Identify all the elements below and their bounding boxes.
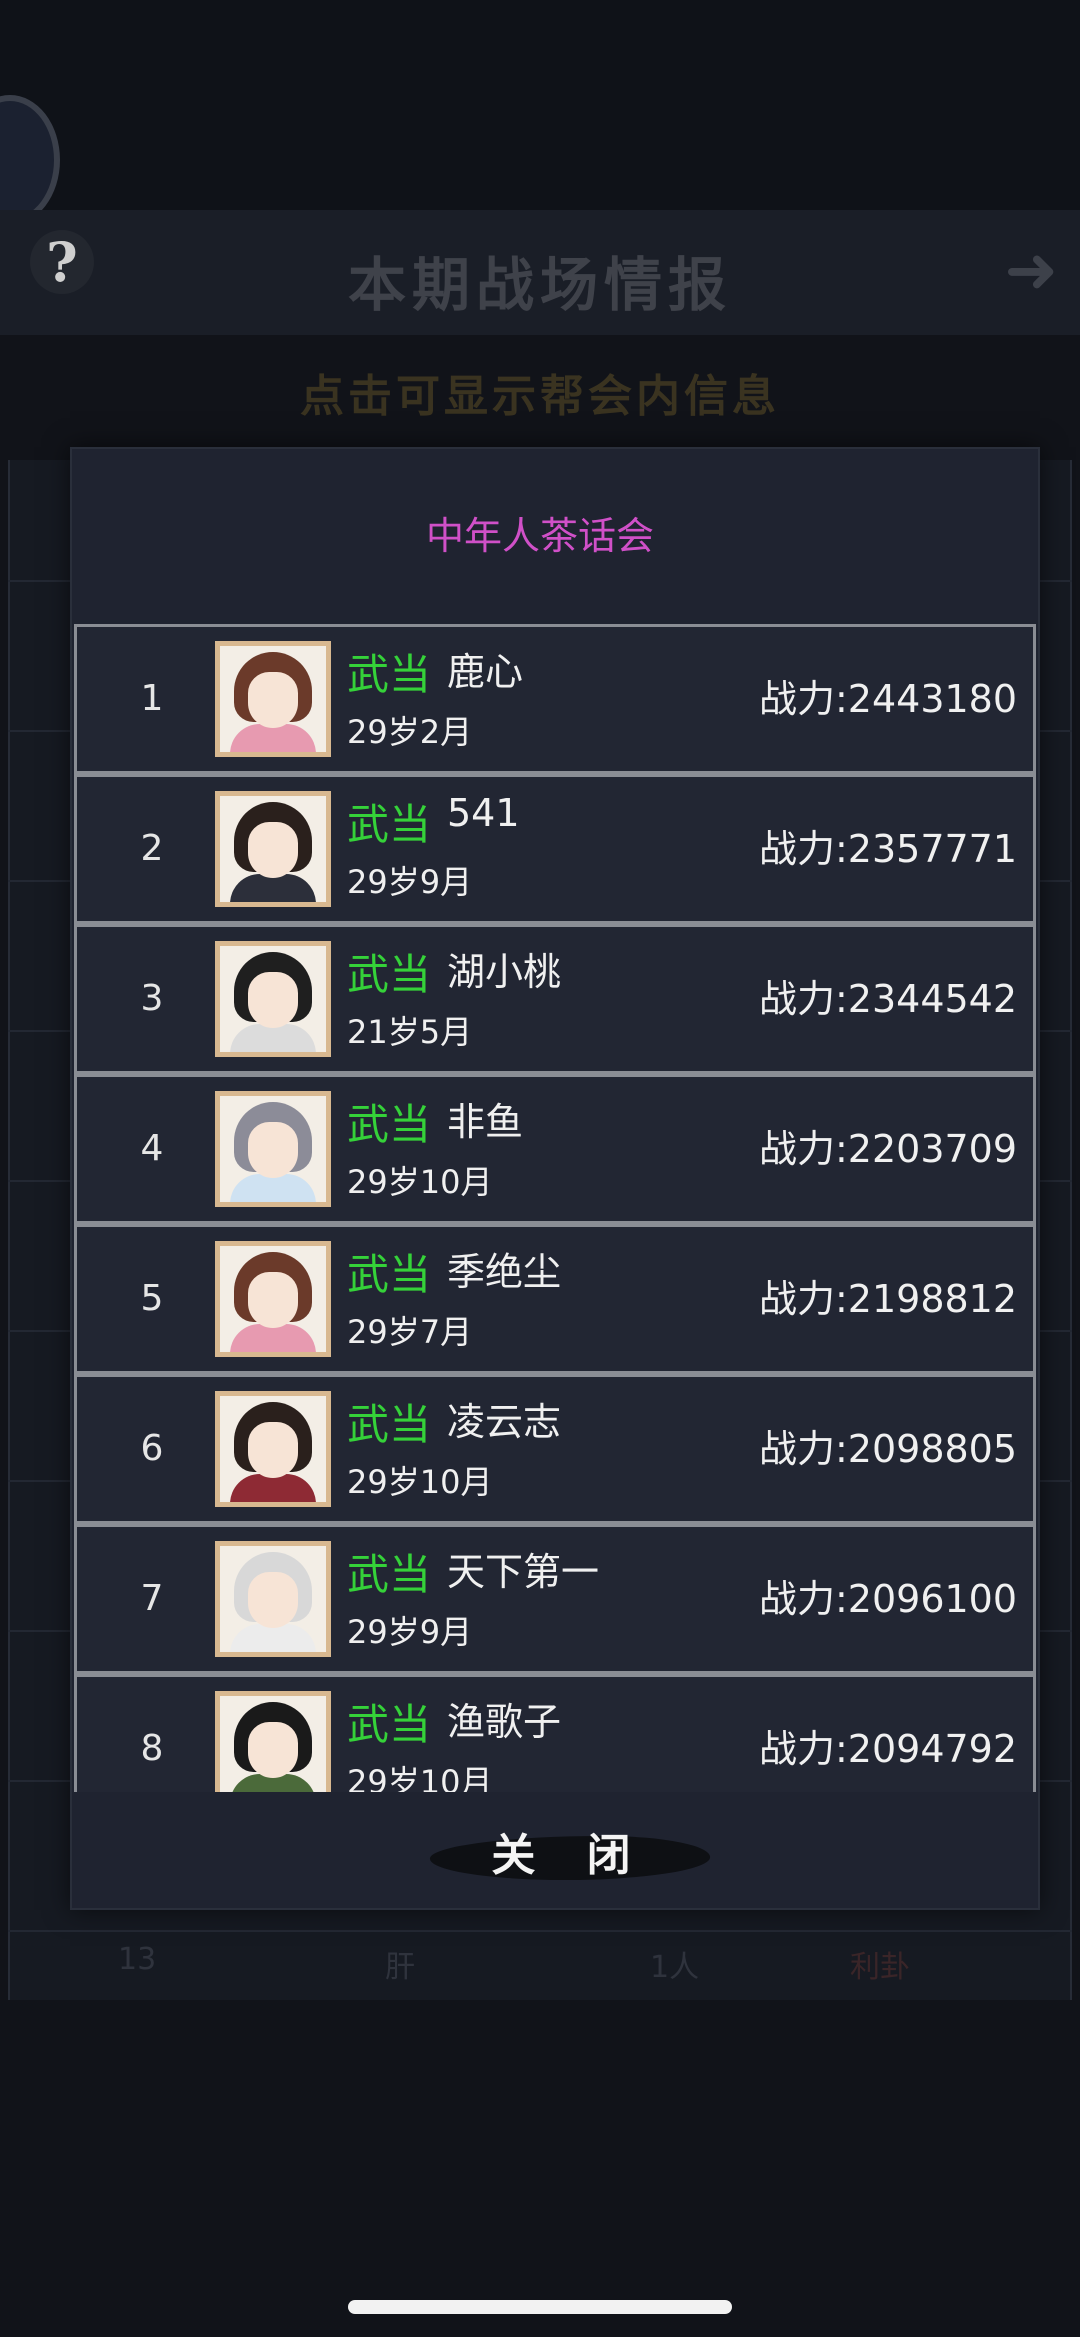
top-bar xyxy=(0,0,1080,210)
member-sect: 武当 xyxy=(347,950,432,999)
member-rank: 3 xyxy=(140,978,164,1019)
member-rank: 8 xyxy=(140,1728,164,1769)
portrait-image xyxy=(220,1246,326,1352)
bg-cell-status: 利卦 xyxy=(850,1950,910,1985)
member-sect: 武当 xyxy=(347,1550,432,1599)
background-table-row: 13 肝 1人 利卦 xyxy=(0,1942,1080,1992)
member-avatar[interactable] xyxy=(215,1091,331,1207)
close-button[interactable]: 关 闭 xyxy=(425,1826,715,1886)
portrait-face xyxy=(248,1572,298,1628)
member-name: 鹿心 xyxy=(447,650,524,694)
member-rank: 1 xyxy=(140,678,164,719)
member-name: 渔歌子 xyxy=(447,1700,562,1744)
member-row[interactable]: 5 武当 季绝尘 29岁7月 战力:2198812 xyxy=(74,1224,1036,1374)
portrait-face xyxy=(248,972,298,1028)
member-age: 29岁10月 xyxy=(347,1463,493,1501)
portrait-robe xyxy=(230,1174,316,1202)
portrait-image xyxy=(220,1096,326,1202)
member-row[interactable]: 2 武当 541 29岁9月 战力:2357771 xyxy=(74,774,1036,924)
member-sect: 武当 xyxy=(347,1700,432,1749)
member-age: 29岁2月 xyxy=(347,713,473,751)
member-rank: 5 xyxy=(140,1278,164,1319)
member-power: 战力:2443180 xyxy=(759,677,1018,721)
member-name: 季绝尘 xyxy=(447,1250,562,1294)
member-name: 天下第一 xyxy=(447,1550,600,1594)
portrait-image xyxy=(220,1696,326,1792)
portrait-image xyxy=(220,1396,326,1502)
member-sect: 武当 xyxy=(347,1400,432,1449)
member-row[interactable]: 3 武当 湖小桃 21岁5月 战力:2344542 xyxy=(74,924,1036,1074)
portrait-robe xyxy=(230,1624,316,1652)
home-indicator[interactable] xyxy=(348,2300,732,2314)
page-title: 本期战场情报 xyxy=(347,251,732,319)
portrait-robe xyxy=(230,874,316,902)
member-name: 湖小桃 xyxy=(447,950,562,994)
portrait-face xyxy=(248,1422,298,1478)
member-sect: 武当 xyxy=(347,1250,432,1299)
portrait-face xyxy=(248,822,298,878)
arrow-right-icon[interactable]: ➜ xyxy=(1004,234,1058,308)
portrait-image xyxy=(220,1546,326,1652)
bg-cell-count: 1人 xyxy=(650,1950,700,1985)
member-age: 29岁10月 xyxy=(347,1763,493,1792)
member-row[interactable]: 6 武当 凌云志 29岁10月 战力:2098805 xyxy=(74,1374,1036,1524)
member-rank: 7 xyxy=(140,1578,164,1619)
portrait-face xyxy=(248,1122,298,1178)
member-name: 非鱼 xyxy=(447,1100,524,1144)
bg-cell-name: 肝 xyxy=(385,1950,415,1985)
portrait-robe xyxy=(230,1024,316,1052)
member-rank: 2 xyxy=(140,828,164,869)
member-sect: 武当 xyxy=(347,1100,432,1149)
member-age: 29岁7月 xyxy=(347,1313,473,1351)
member-row[interactable]: 4 武当 非鱼 29岁10月 战力:2203709 xyxy=(74,1074,1036,1224)
member-power: 战力:2094792 xyxy=(759,1727,1018,1771)
modal-title: 中年人茶话会 xyxy=(425,514,654,558)
member-list[interactable]: 1 武当 鹿心 29岁2月 战力:2443180 2 武当 541 29岁9月 战力:235777… xyxy=(74,624,1036,1792)
member-sect: 武当 xyxy=(347,650,432,699)
member-power: 战力:2357771 xyxy=(759,827,1018,871)
member-avatar[interactable] xyxy=(215,791,331,907)
portrait-robe xyxy=(230,724,316,752)
member-power: 战力:2098805 xyxy=(759,1427,1018,1471)
member-name: 凌云志 xyxy=(447,1400,562,1444)
bg-cell-rank: 13 xyxy=(118,1942,157,1977)
member-avatar[interactable] xyxy=(215,1241,331,1357)
portrait-robe xyxy=(230,1324,316,1352)
member-rank: 6 xyxy=(140,1428,164,1469)
portrait-face xyxy=(248,1722,298,1778)
portrait-image xyxy=(220,796,326,902)
portrait-image xyxy=(220,646,326,752)
page-subtitle: 点击可显示帮会内信息 xyxy=(300,371,780,422)
member-avatar[interactable] xyxy=(215,941,331,1057)
portrait-face xyxy=(248,672,298,728)
member-row[interactable]: 7 武当 天下第一 29岁9月 战力:2096100 xyxy=(74,1524,1036,1674)
member-name: 541 xyxy=(447,791,520,835)
member-rank: 4 xyxy=(140,1128,164,1169)
portrait-robe xyxy=(230,1474,316,1502)
close-button-label: 关 闭 xyxy=(491,1830,649,1881)
member-age: 29岁9月 xyxy=(347,863,473,901)
member-avatar[interactable] xyxy=(215,641,331,757)
member-age: 21岁5月 xyxy=(347,1013,473,1051)
member-age: 29岁9月 xyxy=(347,1613,473,1651)
member-power: 战力:2198812 xyxy=(759,1277,1018,1321)
table-divider xyxy=(8,1930,1072,1932)
portrait-face xyxy=(248,1272,298,1328)
member-power: 战力:2096100 xyxy=(759,1577,1018,1621)
portrait-image xyxy=(220,946,326,1052)
member-avatar[interactable] xyxy=(215,1391,331,1507)
member-row[interactable]: 1 武当 鹿心 29岁2月 战力:2443180 xyxy=(74,624,1036,774)
member-power: 战力:2344542 xyxy=(759,977,1018,1021)
member-avatar[interactable] xyxy=(215,1541,331,1657)
member-row[interactable]: 8 武当 渔歌子 29岁10月 战力:2094792 xyxy=(74,1674,1036,1792)
member-age: 29岁10月 xyxy=(347,1163,493,1201)
member-sect: 武当 xyxy=(347,800,432,849)
member-power: 战力:2203709 xyxy=(759,1127,1018,1171)
member-avatar[interactable] xyxy=(215,1691,331,1792)
